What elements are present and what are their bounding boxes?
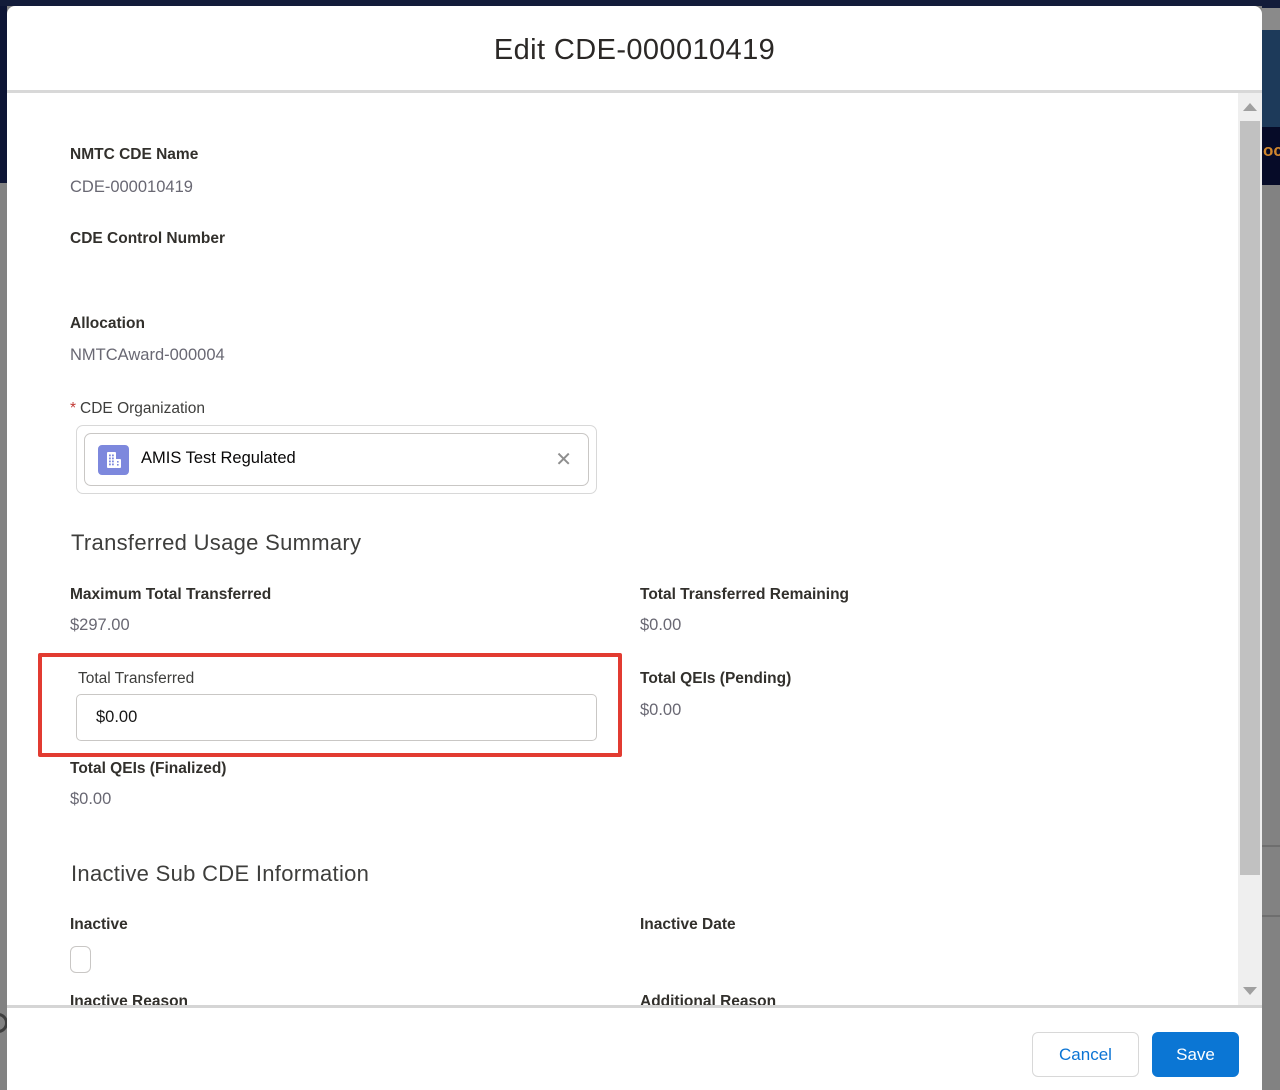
total-transferred-remaining-value: $0.00 [640,616,681,635]
scroll-down-arrow-icon[interactable] [1243,987,1257,995]
total-qeis-finalized-value: $0.00 [70,790,111,809]
maximum-total-transferred-value: $297.00 [70,616,130,635]
modal-body: NMTC CDE Name CDE-000010419 CDE Control … [7,6,1262,1090]
inactive-checkbox[interactable] [70,946,91,973]
scroll-up-arrow-icon[interactable] [1243,103,1257,111]
save-button[interactable]: Save [1152,1032,1239,1077]
modal-header: Edit CDE-000010419 [7,6,1262,90]
account-building-icon [98,445,129,475]
total-qeis-pending-value: $0.00 [640,701,681,720]
edit-cde-modal: Edit CDE-000010419 NMTC CDE Name CDE-000… [7,6,1262,1090]
header-divider [7,90,1262,93]
allocation-value: NMTCAward-000004 [70,346,225,365]
remove-selection-icon[interactable]: ✕ [555,447,572,473]
transferred-usage-summary-heading: Transferred Usage Summary [71,530,361,556]
total-qeis-pending-label: Total QEIs (Pending) [640,670,791,688]
cde-organization-label: *CDE Organization [70,400,205,418]
modal-footer: Cancel Save [7,1005,1262,1090]
vertical-scrollbar[interactable] [1238,93,1262,1005]
background-right-strip: oc [1262,0,1280,1090]
cde-control-number-label: CDE Control Number [70,230,225,248]
inactive-sub-cde-heading: Inactive Sub CDE Information [71,861,369,887]
cde-organization-selected-value: AMIS Test Regulated [141,449,296,468]
total-qeis-finalized-label: Total QEIs (Finalized) [70,760,226,778]
cde-organization-selected-pill[interactable]: AMIS Test Regulated ✕ [84,433,589,486]
cde-organization-lookup[interactable]: AMIS Test Regulated ✕ [76,425,597,494]
background-divider-line [1262,915,1280,917]
background-navy-band [1262,30,1280,127]
total-transferred-input[interactable] [76,694,597,741]
total-transferred-label: Total Transferred [78,670,194,688]
scrollbar-thumb[interactable] [1240,121,1260,875]
background-left-strip [0,6,7,183]
background-dark-navy-band: oc [1262,127,1280,185]
background-divider-line [1262,845,1280,847]
background-partial-text: oc [1263,141,1280,161]
modal-title: Edit CDE-000010419 [7,6,1262,90]
background-gray-band [1262,8,1280,30]
nmtc-cde-name-label: NMTC CDE Name [70,146,198,164]
required-asterisk: * [70,400,76,417]
nmtc-cde-name-value: CDE-000010419 [70,178,193,197]
maximum-total-transferred-label: Maximum Total Transferred [70,586,271,604]
background-navbar-edge [1262,0,1280,8]
inactive-label: Inactive [70,916,128,934]
allocation-label: Allocation [70,315,145,333]
inactive-date-label: Inactive Date [640,916,736,934]
total-transferred-remaining-label: Total Transferred Remaining [640,586,849,604]
cancel-button[interactable]: Cancel [1032,1032,1139,1077]
